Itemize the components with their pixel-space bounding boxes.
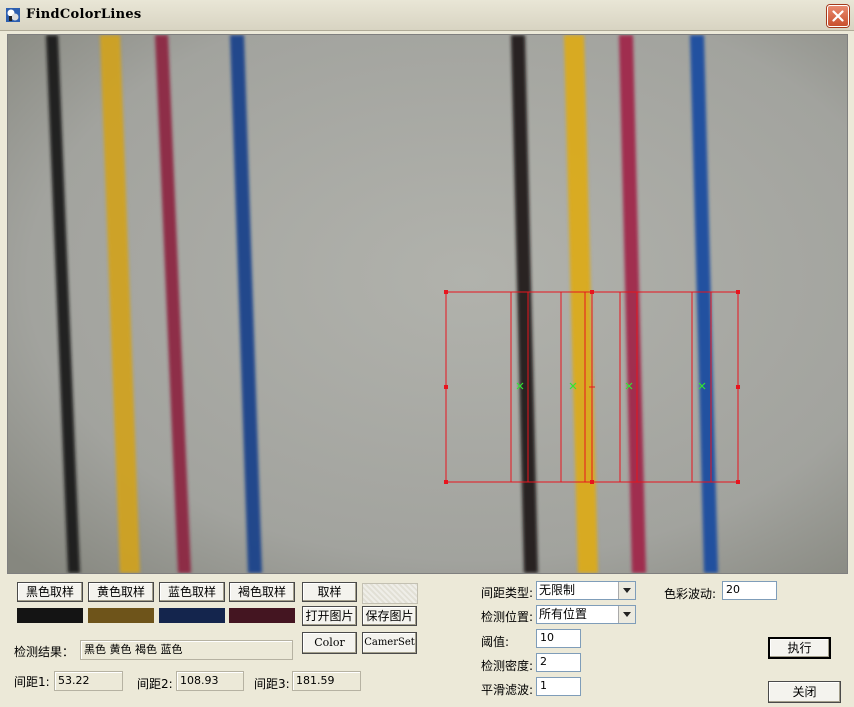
smoothing-label: 平滑滤波: xyxy=(481,683,534,697)
roi-handle-tr[interactable] xyxy=(736,290,740,294)
distance-3-field: 181.59 xyxy=(292,671,361,691)
title-bar[interactable]: FindColorLines xyxy=(0,0,854,31)
detect-position-label: 检测位置: xyxy=(481,610,534,624)
density-input[interactable]: 2 xyxy=(536,653,581,672)
smoothing-input[interactable]: 1 xyxy=(536,677,581,696)
distance-1-label: 间距1: xyxy=(14,675,50,689)
spacing-type-select[interactable]: 无限制 xyxy=(536,581,636,600)
roi-handle-tl[interactable] xyxy=(444,290,448,294)
swatch-brown xyxy=(229,608,295,623)
sample-black-button[interactable]: 黑色取样 xyxy=(17,582,83,602)
save-image-button[interactable]: 保存图片 xyxy=(362,606,417,626)
close-button[interactable]: 关闭 xyxy=(768,681,841,703)
color-button[interactable]: Color xyxy=(302,632,357,654)
swatch-yellow xyxy=(88,608,154,623)
roi-handle-bm[interactable] xyxy=(590,480,594,484)
close-window-button[interactable] xyxy=(827,5,849,27)
distance-2-field: 108.93 xyxy=(176,671,244,691)
app-window: FindColorLines 黑色取样 黄色取样 蓝色取样 褐色取样 取样 打开… xyxy=(0,0,854,707)
close-icon xyxy=(832,10,844,22)
dropdown-arrow-icon[interactable] xyxy=(618,582,635,599)
camera-image[interactable] xyxy=(8,35,847,573)
result-field: 黑色 黄色 褐色 蓝色 xyxy=(80,640,293,660)
roi-handle-bl[interactable] xyxy=(444,480,448,484)
spacing-type-value: 无限制 xyxy=(539,583,576,597)
dropdown-arrow-icon[interactable] xyxy=(618,606,635,623)
sample-yellow-button[interactable]: 黄色取样 xyxy=(88,582,154,602)
detect-position-select[interactable]: 所有位置 xyxy=(536,605,636,624)
color-fluct-input[interactable]: 20 xyxy=(722,581,777,600)
distance-3-label: 间距3: xyxy=(254,677,290,691)
sample-brown-button[interactable]: 褐色取样 xyxy=(229,582,295,602)
spacing-type-label: 间距类型: xyxy=(481,586,534,600)
roi-handle-mr[interactable] xyxy=(736,385,740,389)
threshold-input[interactable]: 10 xyxy=(536,629,581,648)
image-viewport[interactable] xyxy=(7,34,848,574)
swatch-blue xyxy=(159,608,225,623)
roi-handle-tm[interactable] xyxy=(590,290,594,294)
roi-handle-br[interactable] xyxy=(736,480,740,484)
detect-position-value: 所有位置 xyxy=(539,607,588,621)
execute-button[interactable]: 执行 xyxy=(768,637,831,659)
roi-handle-ml[interactable] xyxy=(444,385,448,389)
camera-settings-button[interactable]: CamerSet xyxy=(362,632,417,654)
sample-blue-button[interactable]: 蓝色取样 xyxy=(159,582,225,602)
distance-1-field: 53.22 xyxy=(54,671,123,691)
threshold-label: 阈值: xyxy=(481,635,510,649)
app-icon xyxy=(6,8,20,22)
distance-2-label: 间距2: xyxy=(137,677,173,691)
sample-preview-box xyxy=(362,583,418,604)
window-title: FindColorLines xyxy=(26,7,142,22)
color-fluct-label: 色彩波动: xyxy=(664,587,717,601)
swatch-black xyxy=(17,608,83,623)
open-image-button[interactable]: 打开图片 xyxy=(302,606,357,626)
sample-button[interactable]: 取样 xyxy=(302,582,357,602)
density-label: 检测密度: xyxy=(481,659,534,673)
result-label: 检测结果： xyxy=(14,645,75,659)
